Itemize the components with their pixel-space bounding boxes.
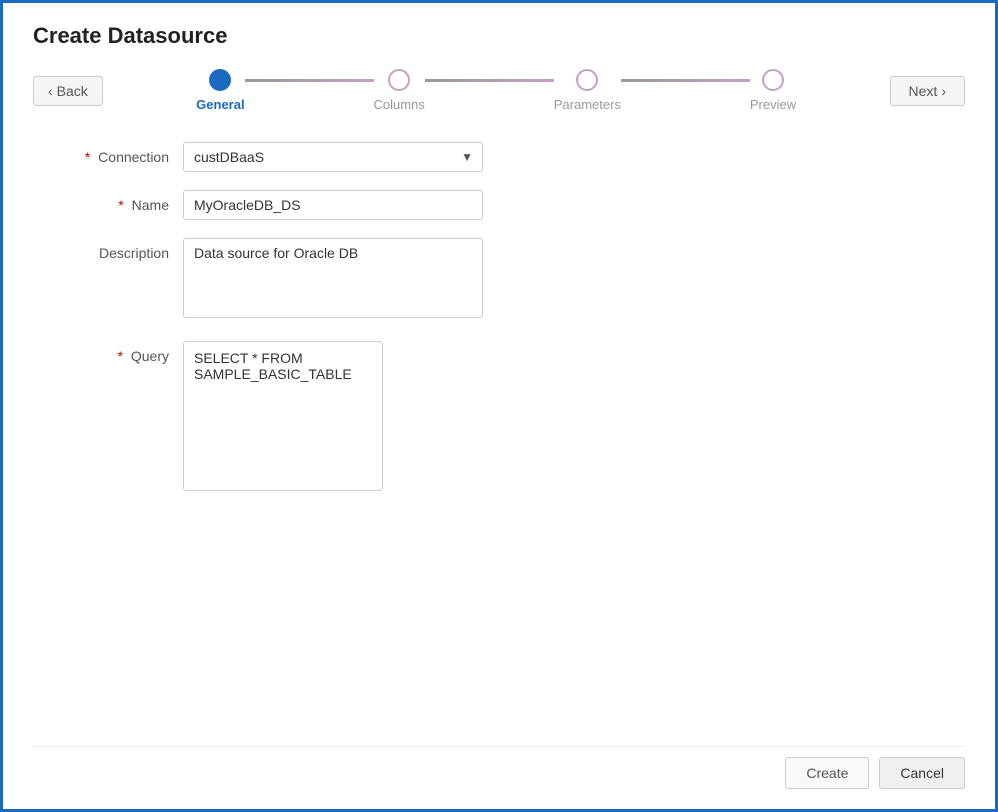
step-preview[interactable]: Preview [750, 69, 796, 112]
step-label-parameters: Parameters [554, 97, 621, 112]
step-label-columns: Columns [374, 97, 425, 112]
query-required-star: * [118, 348, 123, 364]
step-columns[interactable]: Columns [374, 69, 425, 112]
connection-select-wrapper: custDBaaS OtherConnection ▼ [183, 142, 483, 172]
description-control: Data source for Oracle DB [183, 238, 945, 323]
connection-select[interactable]: custDBaaS OtherConnection [183, 142, 483, 172]
query-textarea[interactable]: SELECT * FROM SAMPLE_BASIC_TABLE [183, 341, 383, 491]
name-required-star: * [118, 197, 123, 213]
connection-control: custDBaaS OtherConnection ▼ [183, 142, 945, 172]
name-input[interactable] [183, 190, 483, 220]
back-button[interactable]: ‹ Back [33, 76, 103, 106]
connector-3 [621, 79, 750, 82]
next-arrow-icon: › [941, 83, 946, 99]
steps-track: General Columns Parameters [196, 69, 796, 112]
cancel-button[interactable]: Cancel [879, 757, 965, 789]
step-parameters[interactable]: Parameters [554, 69, 621, 112]
connection-row: * Connection custDBaaS OtherConnection ▼ [53, 142, 945, 172]
steps-container: General Columns Parameters [123, 69, 870, 112]
description-textarea[interactable]: Data source for Oracle DB [183, 238, 483, 318]
page-title: Create Datasource [33, 23, 965, 49]
connector-1 [245, 79, 374, 82]
next-label: Next [909, 83, 938, 99]
connection-label: * Connection [53, 142, 183, 165]
name-control [183, 190, 945, 220]
step-circle-columns [388, 69, 410, 91]
form-section: * Connection custDBaaS OtherConnection ▼… [33, 142, 965, 746]
step-circle-preview [762, 69, 784, 91]
name-row: * Name [53, 190, 945, 220]
query-row: * Query SELECT * FROM SAMPLE_BASIC_TABLE [53, 341, 945, 496]
back-arrow-icon: ‹ [48, 83, 53, 99]
wizard-navigation: ‹ Back General Columns [33, 69, 965, 112]
description-row: Description Data source for Oracle DB [53, 238, 945, 323]
connector-2 [425, 79, 554, 82]
step-circle-general [209, 69, 231, 91]
step-general[interactable]: General [196, 69, 244, 112]
next-button[interactable]: Next › [890, 76, 965, 106]
step-label-general: General [196, 97, 244, 112]
connection-required-star: * [85, 149, 90, 165]
description-label: Description [53, 238, 183, 261]
step-circle-parameters [576, 69, 598, 91]
footer-actions: Create Cancel [33, 746, 965, 789]
create-button[interactable]: Create [785, 757, 869, 789]
back-label: Back [57, 83, 88, 99]
query-label: * Query [53, 341, 183, 364]
name-label: * Name [53, 190, 183, 213]
query-control: SELECT * FROM SAMPLE_BASIC_TABLE [183, 341, 945, 496]
step-label-preview: Preview [750, 97, 796, 112]
